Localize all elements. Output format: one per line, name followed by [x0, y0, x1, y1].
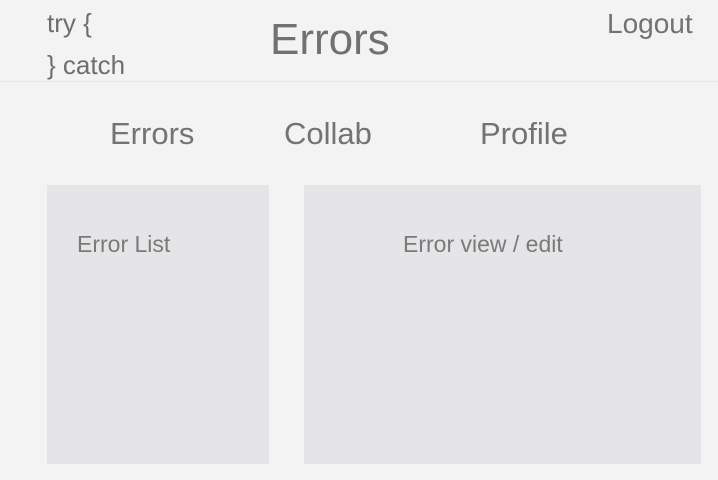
error-list-label: Error List [77, 231, 171, 257]
header-divider [0, 81, 718, 82]
nav-tab-errors[interactable]: Errors [110, 114, 194, 154]
logo-line-catch: } catch [47, 50, 126, 80]
nav-tab-profile[interactable]: Profile [480, 114, 568, 154]
nav-tab-collab[interactable]: Collab [284, 114, 372, 154]
error-list-panel[interactable]: Error List [47, 185, 269, 464]
error-view-edit-label: Error view / edit [403, 231, 563, 257]
logout-button[interactable]: Logout [607, 6, 693, 42]
logo-line-try: try { [47, 8, 92, 38]
page-title: Errors [270, 15, 390, 64]
error-view-edit-panel[interactable]: Error view / edit [304, 185, 701, 464]
app-logo: try { } catch [47, 2, 125, 86]
